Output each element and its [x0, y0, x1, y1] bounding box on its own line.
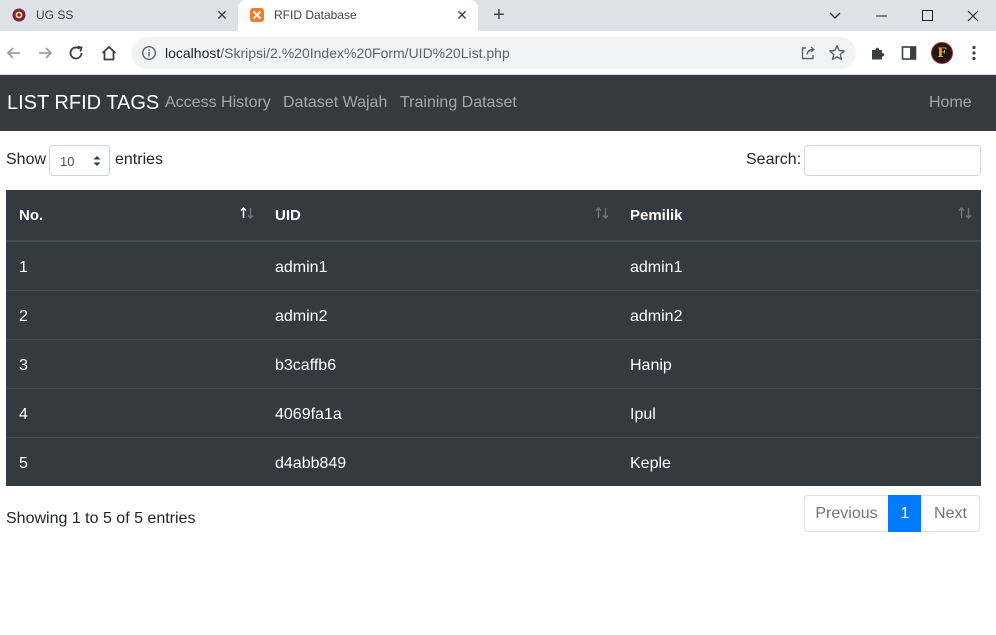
profile-f-icon: F — [931, 42, 953, 64]
side-panel-icon[interactable] — [897, 41, 921, 65]
site-info-icon[interactable] — [141, 45, 157, 61]
column-header-pemilik[interactable]: Pemilik — [630, 207, 683, 224]
cell-no: 5 — [19, 455, 28, 472]
select-arrows-icon — [93, 153, 101, 169]
nav-link-training-dataset[interactable]: Training Dataset — [400, 94, 517, 112]
ug-logo-icon — [12, 8, 26, 22]
url-host: localhost — [165, 45, 221, 61]
rfid-table: No. UID Pemilik 1 admin1 admin1 2 admin2… — [6, 190, 981, 486]
sort-both-icon[interactable] — [957, 205, 973, 221]
search-label: Search: — [746, 151, 802, 168]
browser-tab-rfid-database[interactable]: RFID Database ✕ — [238, 0, 478, 31]
cell-uid: 4069fa1a — [275, 406, 342, 423]
search-input[interactable] — [804, 145, 981, 176]
pagination: Previous 1 Next — [804, 495, 980, 532]
previous-page-button[interactable]: Previous — [804, 495, 889, 532]
show-label: Show — [6, 151, 47, 168]
cell-pemilik: admin1 — [630, 259, 683, 276]
table-row: 3 b3caffb6 Hanip — [6, 339, 981, 388]
top-navbar: LIST RFID TAGS Access History Dataset Wa… — [0, 75, 996, 131]
address-bar[interactable]: localhost/Skripsi/2.%20Index%20Form/UID%… — [131, 37, 856, 69]
url-text: localhost/Skripsi/2.%20Index%20Form/UID%… — [165, 45, 510, 61]
table-row: 1 admin1 admin1 — [6, 242, 981, 291]
reload-icon[interactable] — [64, 41, 88, 65]
tab-title: RFID Database — [274, 8, 357, 22]
entries-label: entries — [115, 151, 164, 168]
bookmark-star-icon[interactable] — [828, 44, 846, 62]
sort-ascending-icon[interactable] — [239, 205, 255, 221]
browser-tab-ug-ss[interactable]: UG SS ✕ — [0, 0, 238, 31]
home-icon[interactable] — [97, 41, 121, 65]
close-icon[interactable]: ✕ — [214, 7, 230, 23]
cell-uid: admin2 — [275, 308, 328, 325]
maximize-icon[interactable] — [904, 0, 950, 31]
cell-pemilik: Hanip — [630, 357, 672, 374]
column-header-uid[interactable]: UID — [275, 207, 301, 224]
table-header: No. UID Pemilik — [6, 190, 981, 242]
column-header-no[interactable]: No. — [19, 207, 43, 224]
table-row: 5 d4abb849 Keple — [6, 437, 981, 486]
browser-toolbar: localhost/Skripsi/2.%20Index%20Form/UID%… — [0, 31, 996, 75]
cell-no: 1 — [19, 259, 28, 276]
new-tab-icon[interactable]: + — [488, 5, 510, 27]
forward-arrow-icon[interactable] — [33, 41, 57, 65]
cell-pemilik: Ipul — [630, 406, 656, 423]
cell-no: 4 — [19, 406, 28, 423]
url-path: /Skripsi/2.%20Index%20Form/UID%20List.ph… — [220, 45, 510, 61]
back-arrow-icon[interactable] — [2, 41, 26, 65]
browser-tab-strip: UG SS ✕ RFID Database ✕ + — [0, 0, 996, 31]
cell-no: 3 — [19, 357, 28, 374]
nav-link-home[interactable]: Home — [929, 94, 972, 112]
close-icon[interactable]: ✕ — [454, 7, 470, 23]
nav-link-access-history[interactable]: Access History — [165, 94, 271, 112]
cell-uid: b3caffb6 — [275, 357, 337, 374]
page-length-select[interactable]: 10 — [49, 145, 110, 176]
cell-no: 2 — [19, 308, 28, 325]
tab-title: UG SS — [36, 8, 74, 22]
table-row: 2 admin2 admin2 — [6, 290, 981, 339]
window-close-icon[interactable] — [950, 0, 996, 31]
sort-both-icon[interactable] — [594, 205, 610, 221]
profile-avatar[interactable]: F — [930, 41, 954, 65]
cell-uid: admin1 — [275, 259, 328, 276]
navbar-brand[interactable]: LIST RFID TAGS — [7, 92, 159, 115]
cell-pemilik: Keple — [630, 455, 671, 472]
next-page-button[interactable]: Next — [921, 495, 980, 532]
table-row: 4 4069fa1a Ipul — [6, 388, 981, 437]
extensions-puzzle-icon[interactable] — [866, 41, 890, 65]
xampp-icon — [250, 8, 264, 22]
minimize-icon[interactable] — [858, 0, 904, 31]
tab-search-icon[interactable] — [812, 0, 858, 31]
nav-link-dataset-wajah[interactable]: Dataset Wajah — [283, 94, 387, 112]
kebab-menu-icon[interactable] — [962, 41, 986, 65]
page-length-value: 10 — [60, 154, 75, 169]
cell-uid: d4abb849 — [275, 455, 347, 472]
table-info: Showing 1 to 5 of 5 entries — [6, 510, 196, 527]
cell-pemilik: admin2 — [630, 308, 683, 325]
share-icon[interactable] — [800, 45, 816, 61]
page-1-button[interactable]: 1 — [888, 495, 922, 532]
